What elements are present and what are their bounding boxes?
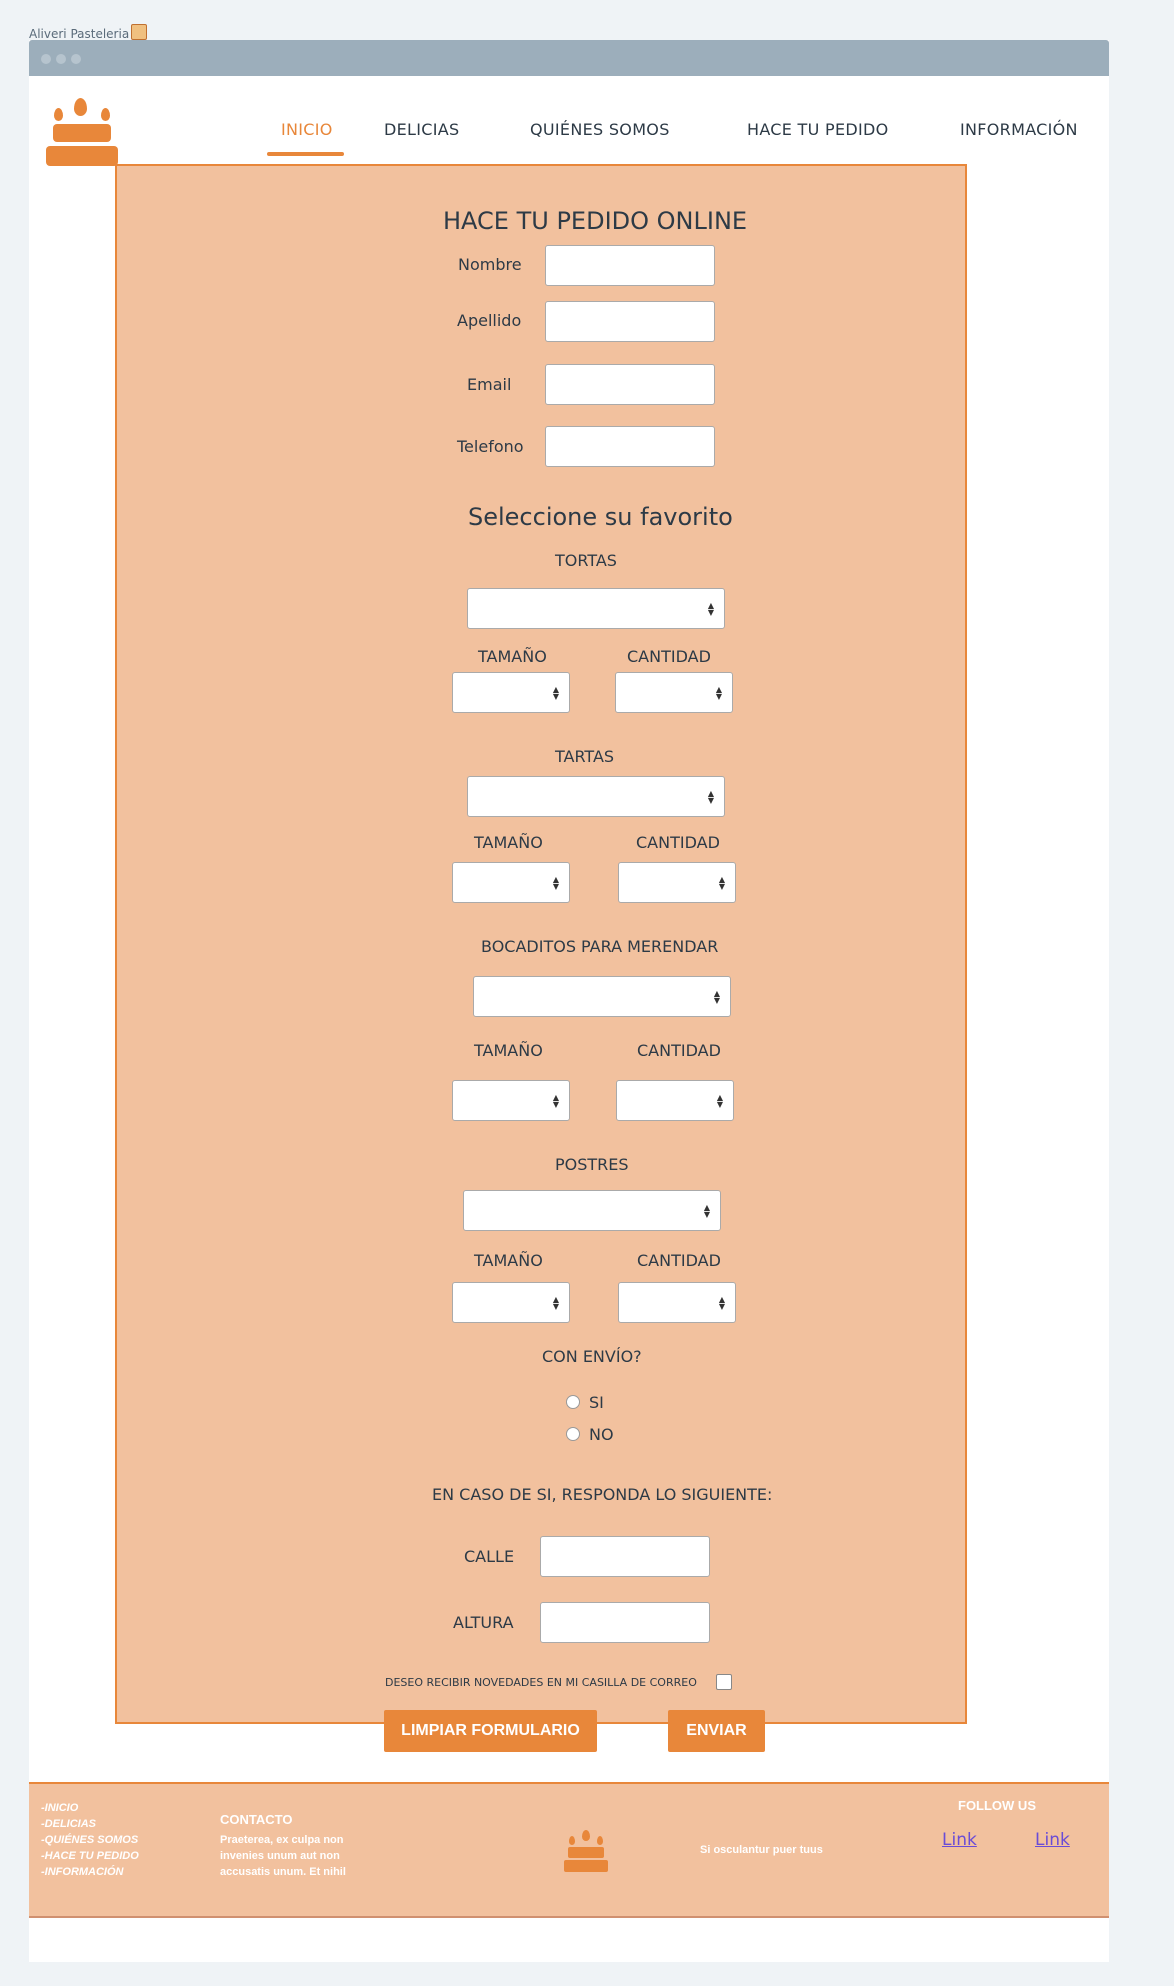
shipping-instructions: EN CASO DE SI, RESPONDA LO SIGUIENTE: [432, 1485, 773, 1504]
nav-item-delicias[interactable]: DELICIAS [384, 120, 459, 139]
shipping-si-label: SI [589, 1393, 604, 1412]
footer-nav-item-delicias[interactable]: -DELICIAS [41, 1816, 139, 1832]
select-arrows-icon: ▲ ▼ [552, 1294, 559, 1311]
telefono-input[interactable] [545, 426, 715, 467]
telefono-label: Telefono [457, 437, 524, 456]
footer-link-1[interactable]: Link [942, 1830, 977, 1850]
tortas-qty-select[interactable]: ▲ ▼ [615, 672, 733, 713]
follow-us-title: FOLLOW US [958, 1798, 1036, 1813]
bocaditos-qty-select[interactable]: ▲ ▼ [616, 1080, 734, 1121]
browser-tab-title: Aliveri Pasteleria [29, 24, 148, 41]
shipping-si-radio[interactable] [566, 1395, 580, 1409]
tartas-size-label: TAMAÑO [474, 833, 543, 852]
nombre-input[interactable] [545, 245, 715, 286]
footer-tagline: Si osculantur puer tuus [700, 1844, 823, 1856]
shipping-no-label: NO [589, 1425, 614, 1444]
tartas-label: TARTAS [555, 747, 615, 766]
footer-contact-title: CONTACTO [220, 1812, 293, 1827]
postres-size-select[interactable]: ▲ ▼ [452, 1282, 570, 1323]
newsletter-checkbox[interactable] [716, 1674, 732, 1690]
bocaditos-size-label: TAMAÑO [474, 1041, 543, 1060]
postres-qty-label: CANTIDAD [637, 1251, 721, 1270]
nav-item-hace-tu-pedido[interactable]: HACE TU PEDIDO [747, 120, 889, 139]
select-arrows-icon: ▲ ▼ [718, 874, 725, 891]
postres-select[interactable]: ▲ ▼ [463, 1190, 721, 1231]
shipping-no-radio[interactable] [566, 1427, 580, 1441]
footer-nav-item-inicio[interactable]: -INICIO [41, 1800, 139, 1816]
cake-logo-icon[interactable] [46, 98, 118, 166]
shipping-question: CON ENVÍO? [542, 1347, 642, 1366]
postres-qty-select[interactable]: ▲ ▼ [618, 1282, 736, 1323]
select-arrows-icon: ▲ ▼ [707, 600, 714, 617]
altura-input[interactable] [540, 1602, 710, 1643]
tortas-size-label: TAMAÑO [478, 647, 547, 666]
footer-nav-item-hace-tu-pedido[interactable]: -HACE TU PEDIDO [41, 1848, 139, 1864]
clear-form-button[interactable]: LIMPIAR FORMULARIO [384, 1710, 597, 1752]
nav-item-quienes-somos[interactable]: QUIÉNES SOMOS [530, 120, 670, 139]
footer-contact-text: Praeterea, ex culpa non invenies unum au… [220, 1834, 346, 1878]
nav-item-informacion[interactable]: INFORMACIÓN [960, 120, 1078, 139]
select-arrows-icon: ▲ ▼ [713, 988, 720, 1005]
cake-emoji-icon [131, 24, 148, 40]
select-arrows-icon: ▲ ▼ [707, 788, 714, 805]
tortas-label: TORTAS [555, 551, 617, 570]
apellido-label: Apellido [457, 311, 522, 330]
nombre-label: Nombre [458, 255, 522, 274]
tortas-select[interactable]: ▲ ▼ [467, 588, 725, 629]
favorites-title: Seleccione su favorito [468, 503, 733, 531]
select-arrows-icon: ▲ ▼ [715, 684, 722, 701]
footer-nav-item-quienes-somos[interactable]: -QUIÉNES SOMOS [41, 1832, 139, 1848]
tartas-qty-select[interactable]: ▲ ▼ [618, 862, 736, 903]
tortas-qty-label: CANTIDAD [627, 647, 711, 666]
window-minimize-dot[interactable] [56, 54, 66, 64]
apellido-input[interactable] [545, 301, 715, 342]
footer-cake-logo-icon [564, 1830, 608, 1872]
submit-button[interactable]: ENVIAR [668, 1710, 765, 1752]
select-arrows-icon: ▲ ▼ [716, 1092, 723, 1109]
email-label: Email [467, 375, 512, 394]
footer-link-2[interactable]: Link [1035, 1830, 1070, 1850]
form-title: HACE TU PEDIDO ONLINE [443, 207, 748, 235]
select-arrows-icon: ▲ ▼ [718, 1294, 725, 1311]
bocaditos-select[interactable]: ▲ ▼ [473, 976, 731, 1017]
nav-item-inicio[interactable]: INICIO [281, 120, 333, 139]
tortas-size-select[interactable]: ▲ ▼ [452, 672, 570, 713]
window-titlebar [29, 40, 1109, 76]
select-arrows-icon: ▲ ▼ [552, 684, 559, 701]
postres-label: POSTRES [555, 1155, 629, 1174]
tartas-qty-label: CANTIDAD [636, 833, 720, 852]
select-arrows-icon: ▲ ▼ [703, 1202, 710, 1219]
newsletter-label: DESEO RECIBIR NOVEDADES EN MI CASILLA DE… [385, 1676, 697, 1689]
bocaditos-label: BOCADITOS PARA MERENDAR [481, 937, 719, 956]
window-close-dot[interactable] [41, 54, 51, 64]
nav-active-indicator [267, 152, 344, 156]
footer-nav-item-informacion[interactable]: -INFORMACIÓN [41, 1864, 139, 1880]
footer-nav: -INICIO -DELICIAS -QUIÉNES SOMOS -HACE T… [41, 1800, 139, 1880]
window-maximize-dot[interactable] [71, 54, 81, 64]
email-input[interactable] [545, 364, 715, 405]
calle-label: CALLE [464, 1547, 515, 1566]
calle-input[interactable] [540, 1536, 710, 1577]
select-arrows-icon: ▲ ▼ [552, 874, 559, 891]
footer: -INICIO -DELICIAS -QUIÉNES SOMOS -HACE T… [29, 1782, 1109, 1918]
bocaditos-size-select[interactable]: ▲ ▼ [452, 1080, 570, 1121]
bocaditos-qty-label: CANTIDAD [637, 1041, 721, 1060]
select-arrows-icon: ▲ ▼ [552, 1092, 559, 1109]
postres-size-label: TAMAÑO [474, 1251, 543, 1270]
altura-label: ALTURA [453, 1613, 514, 1632]
tartas-select[interactable]: ▲ ▼ [467, 776, 725, 817]
tartas-size-select[interactable]: ▲ ▼ [452, 862, 570, 903]
